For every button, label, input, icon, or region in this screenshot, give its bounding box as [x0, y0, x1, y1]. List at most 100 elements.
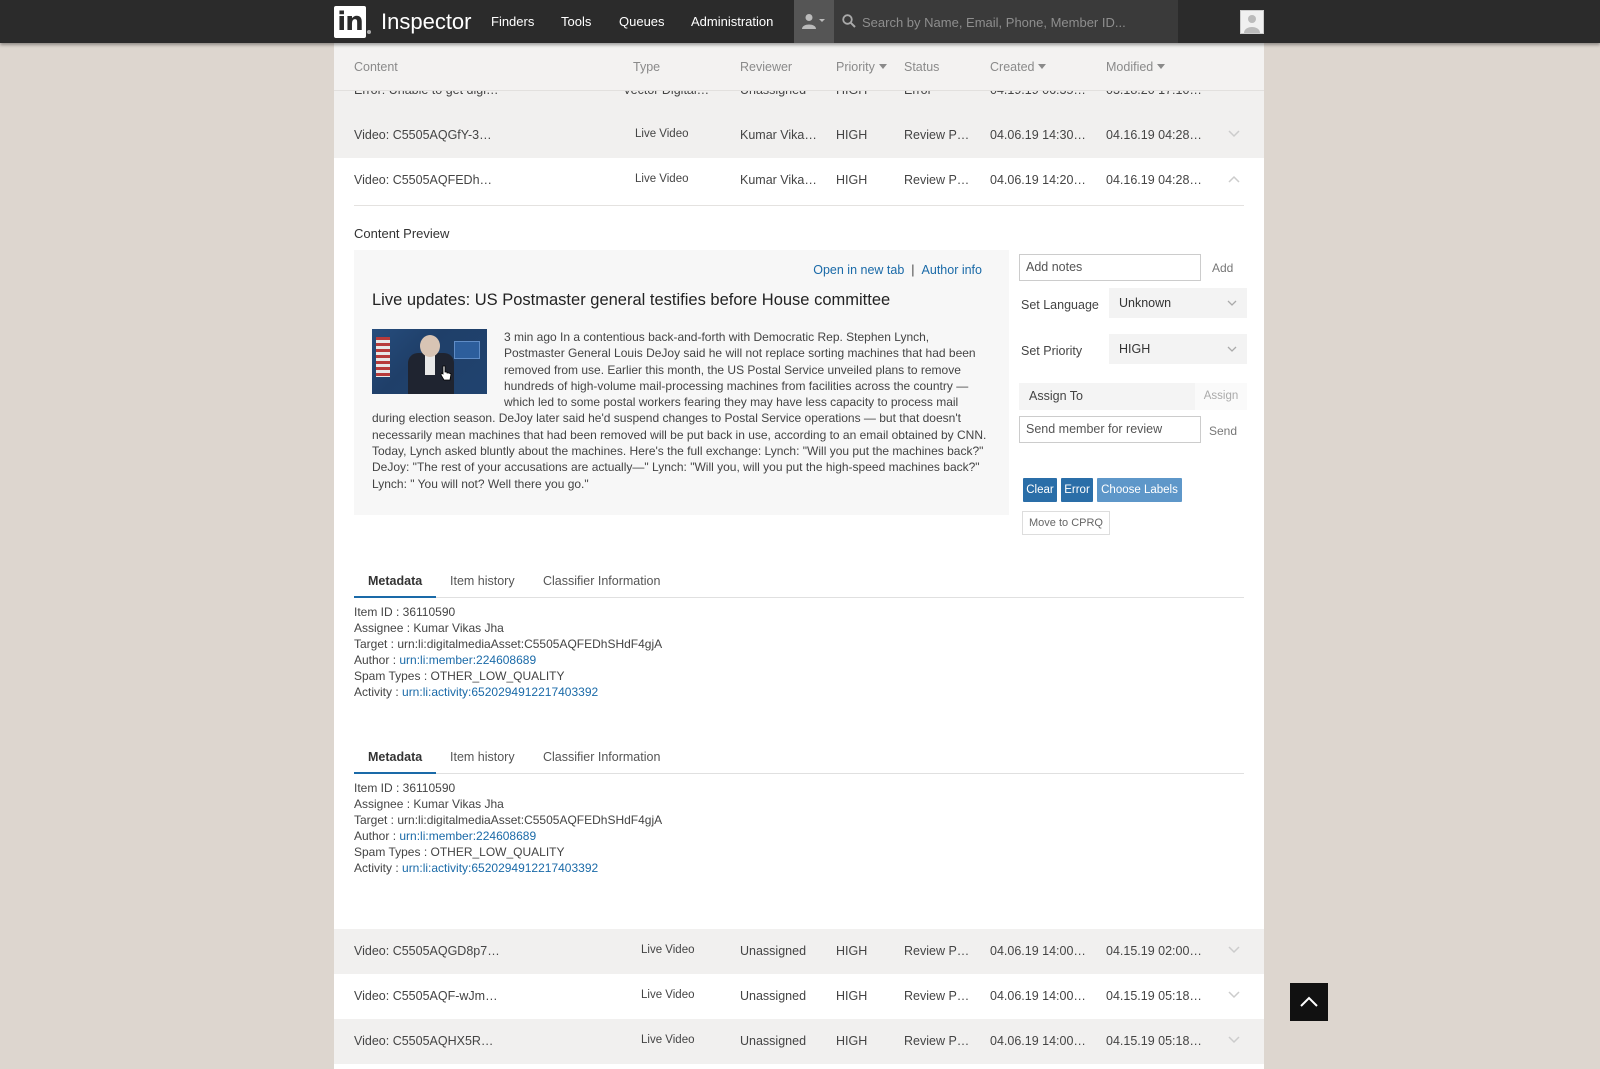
- metadata-block: Item ID : 36110590 Assignee : Kumar Vika…: [354, 604, 662, 701]
- send-button[interactable]: Send: [1209, 424, 1237, 438]
- column-header-status: Status: [904, 60, 940, 74]
- app-title[interactable]: Inspector: [381, 9, 472, 35]
- chevron-down-icon[interactable]: [1228, 946, 1240, 954]
- cell-created: 04.06.19 14:20…: [990, 173, 1086, 187]
- tab-item-history[interactable]: Item history: [450, 750, 515, 774]
- cell-reviewer: Kumar Vika…: [740, 173, 817, 187]
- cell-reviewer: Unassigned: [740, 989, 807, 1003]
- activity-link[interactable]: urn:li:activity:6520294912217403392: [402, 861, 598, 875]
- preview-body: 3 min ago In a contentious back-and-fort…: [372, 329, 992, 492]
- meta-spam-types: Spam Types : OTHER_LOW_QUALITY: [354, 845, 565, 860]
- activity-link[interactable]: urn:li:activity:6520294912217403392: [402, 685, 598, 699]
- tab-classifier-information[interactable]: Classifier Information: [543, 750, 660, 774]
- meta-item-id: Item ID : 36110590: [354, 781, 456, 795]
- column-header-created[interactable]: Created: [990, 59, 1047, 75]
- cell-status: Review P…: [904, 944, 970, 958]
- chevron-down-icon[interactable]: [1228, 130, 1240, 138]
- cell-created: 04.06.19 14:00…: [990, 1034, 1086, 1048]
- table-header: Content Type Reviewer Priority Status Cr…: [334, 43, 1264, 91]
- cell-content: Video: C5505AQFEDh…: [354, 173, 493, 187]
- move-to-cprq-button[interactable]: Move to CPRQ: [1022, 511, 1110, 535]
- column-header-priority-label: Priority: [836, 60, 875, 74]
- meta-assignee: Assignee : Kumar Vikas Jha: [354, 797, 504, 812]
- assign-to-field[interactable]: Assign To Assign: [1019, 383, 1247, 410]
- column-header-content: Content: [354, 60, 398, 74]
- chevron-down-icon: [1227, 346, 1237, 352]
- search-icon: [842, 14, 856, 28]
- detail-tabs: Metadata Item history Classifier Informa…: [354, 740, 1244, 774]
- tab-item-history[interactable]: Item history: [450, 574, 515, 598]
- chevron-down-icon[interactable]: [1228, 1036, 1240, 1044]
- table-row[interactable]: Video: C5505AQGD8p7… Live Video Unassign…: [334, 929, 1264, 974]
- add-note-button[interactable]: Add: [1212, 261, 1233, 275]
- sort-caret-icon: [1038, 64, 1047, 69]
- nav-administration[interactable]: Administration: [691, 14, 773, 30]
- cell-priority: HIGH: [836, 1034, 868, 1048]
- linkedin-logo[interactable]: in: [334, 6, 366, 38]
- meta-author: Author : urn:li:member:224608689: [354, 652, 662, 668]
- search-bar: [834, 0, 1178, 43]
- chevron-down-icon: [1227, 300, 1237, 306]
- table-row-expanded[interactable]: Video: C5505AQFEDh… Live Video Kumar Vik…: [334, 158, 1264, 203]
- send-member-input[interactable]: [1019, 416, 1201, 443]
- detail-tabs: Metadata Item history Classifier Informa…: [354, 564, 1244, 598]
- nav-finders[interactable]: Finders: [491, 14, 534, 30]
- column-header-modified-label: Modified: [1106, 60, 1154, 74]
- language-select[interactable]: Unknown: [1109, 288, 1247, 318]
- author-link[interactable]: urn:li:member:224608689: [399, 829, 536, 843]
- open-in-new-tab-link[interactable]: Open in new tab: [813, 263, 904, 277]
- sort-caret-icon: [878, 64, 887, 69]
- logo-registered-dot: [367, 30, 371, 34]
- meta-author-label: Author :: [354, 829, 400, 844]
- table-row[interactable]: Video: C5505AQGfY-3… Live Video Kumar Vi…: [334, 113, 1264, 158]
- cell-priority: HIGH: [836, 128, 868, 142]
- preview-links: Open in new tab | Author info: [813, 263, 982, 277]
- clear-button[interactable]: Clear: [1023, 478, 1057, 502]
- arrow-up-icon: [1300, 996, 1318, 1007]
- chevron-down-icon[interactable]: [1228, 991, 1240, 999]
- meta-assignee: Assignee : Kumar Vikas Jha: [354, 621, 504, 636]
- avatar-icon: [1244, 15, 1260, 33]
- meta-activity: Activity : urn:li:activity:6520294912217…: [354, 860, 662, 876]
- cell-content: Video: C5505AQHX5R…: [354, 1034, 494, 1048]
- author-info-link[interactable]: Author info: [922, 263, 982, 277]
- meta-activity-label: Activity :: [354, 861, 403, 876]
- content-preview-card: Open in new tab | Author info Live updates…: [354, 250, 1009, 515]
- nav-tools[interactable]: Tools: [561, 14, 591, 30]
- set-language-label: Set Language: [1021, 298, 1099, 312]
- content-preview-title: Content Preview: [354, 226, 450, 241]
- language-select-value: Unknown: [1119, 296, 1172, 310]
- back-to-top-button[interactable]: [1290, 983, 1328, 1021]
- cell-priority: HIGH: [836, 173, 868, 187]
- tab-metadata[interactable]: Metadata: [354, 750, 436, 774]
- user-search-type-dropdown[interactable]: [794, 0, 834, 43]
- choose-labels-button[interactable]: Choose Labels: [1097, 478, 1182, 502]
- cell-type: Live Video: [641, 1034, 695, 1046]
- error-button[interactable]: Error: [1061, 478, 1093, 502]
- meta-item-id: Item ID : 36110590: [354, 605, 456, 619]
- nav-queues[interactable]: Queues: [619, 14, 665, 30]
- assign-button[interactable]: Assign: [1195, 383, 1247, 410]
- table-row[interactable]: Video: C5505AQHX5R… Live Video Unassigne…: [334, 1019, 1264, 1064]
- column-header-priority[interactable]: Priority: [836, 59, 887, 75]
- priority-select[interactable]: HIGH: [1109, 334, 1247, 364]
- cell-type: Live Video: [641, 989, 695, 1001]
- tab-metadata[interactable]: Metadata: [354, 574, 436, 598]
- avatar[interactable]: [1240, 10, 1264, 34]
- table-row[interactable]: Video: C5505AQF-wJm… Live Video Unassign…: [334, 974, 1264, 1019]
- notes-input[interactable]: [1019, 254, 1201, 281]
- cell-reviewer: Unassigned: [740, 944, 807, 958]
- cell-reviewer: Unassigned: [740, 1034, 807, 1048]
- cell-modified: 04.16.19 04:28…: [1106, 128, 1202, 142]
- meta-activity-label: Activity :: [354, 685, 403, 700]
- author-link[interactable]: urn:li:member:224608689: [399, 653, 536, 667]
- top-navigation-bar: in Inspector Finders Tools Queues Admini…: [0, 0, 1600, 43]
- tab-classifier-information[interactable]: Classifier Information: [543, 574, 660, 598]
- preview-headline: Live updates: US Postmaster general test…: [372, 291, 891, 309]
- cell-content: Video: C5505AQF-wJm…: [354, 989, 498, 1003]
- column-header-modified[interactable]: Modified: [1106, 59, 1166, 75]
- search-input[interactable]: [862, 12, 1172, 32]
- chevron-up-icon[interactable]: [1228, 175, 1240, 183]
- meta-spam-types: Spam Types : OTHER_LOW_QUALITY: [354, 669, 565, 684]
- column-header-type: Type: [633, 60, 661, 74]
